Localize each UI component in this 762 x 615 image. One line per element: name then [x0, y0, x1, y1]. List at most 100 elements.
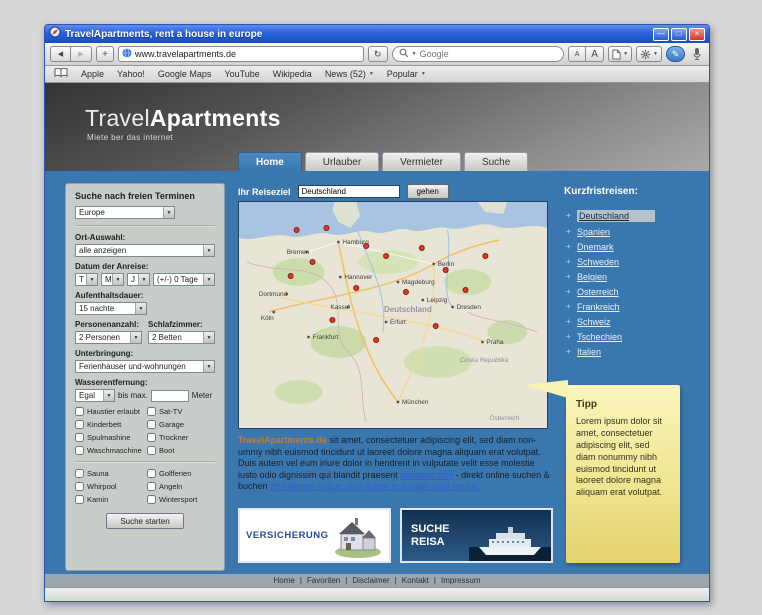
checkbox-box[interactable] — [147, 495, 156, 504]
flex-days-select[interactable]: (+/-) 0 Tage ▼ — [153, 273, 215, 286]
back-button[interactable]: ◀ — [50, 46, 71, 62]
checkbox-sattv[interactable]: Sat-TV — [147, 407, 215, 416]
checkbox-sauna[interactable]: Sauna — [75, 469, 143, 478]
personen-select[interactable]: 2 Personen ▼ — [75, 331, 142, 344]
checkbox-whirpool[interactable]: Whirpool — [75, 482, 143, 491]
search-box[interactable]: ▼ — [391, 46, 565, 62]
page-menu-button[interactable]: ▼ — [608, 46, 633, 62]
checkbox-box[interactable] — [75, 495, 84, 504]
checkbox-kamin[interactable]: Kamin — [75, 495, 143, 504]
country-link-italien[interactable]: + Italien — [566, 347, 698, 357]
country-link-spanien[interactable]: + Spanien — [566, 227, 698, 237]
country-link-belgien[interactable]: + Belgien — [566, 272, 698, 282]
footer-link-impressum[interactable]: Impressum — [441, 576, 481, 585]
select-arrow-icon[interactable]: ▼ — [103, 390, 114, 401]
checkbox-box[interactable] — [75, 469, 84, 478]
wasser-select[interactable]: Egal ▼ — [75, 389, 115, 402]
month-select[interactable]: M ▼ — [101, 273, 124, 286]
minimize-button[interactable]: — — [653, 27, 669, 41]
country-link-osterreich[interactable]: + Osterreich — [566, 287, 698, 297]
suche-reisa-banner[interactable]: SUCHE REISA — [400, 508, 553, 563]
year-select[interactable]: J ▼ — [127, 273, 150, 286]
select-arrow-icon[interactable]: ▼ — [203, 274, 214, 285]
search-input[interactable] — [419, 49, 558, 59]
schlafzimmer-select[interactable]: 2 Betten ▼ — [148, 331, 215, 344]
checkbox-spulmashine[interactable]: Spulmashine — [75, 433, 143, 442]
checkbox-box[interactable] — [75, 446, 84, 455]
select-arrow-icon[interactable]: ▼ — [203, 245, 214, 256]
close-button[interactable]: × — [689, 27, 705, 41]
country-link-schweiz[interactable]: + Schweiz — [566, 317, 698, 327]
country-link-schweden[interactable]: + Schweden — [566, 257, 698, 267]
checkbox-box[interactable] — [75, 433, 84, 442]
checkbox-box[interactable] — [147, 482, 156, 491]
window-titlebar[interactable]: TravelApartments, rent a house in europe… — [45, 25, 709, 43]
checkbox-golfferien[interactable]: Golfferien — [147, 469, 215, 478]
select-arrow-icon[interactable]: ▼ — [138, 274, 149, 285]
country-link-tschechien[interactable]: + Tschechien — [566, 332, 698, 342]
tab-urlauber[interactable]: Urlauber — [304, 152, 380, 171]
destination-input[interactable] — [297, 185, 400, 198]
edit-button[interactable]: ✎ — [666, 46, 685, 62]
footer-link-favoriten[interactable]: Favoriten — [307, 576, 340, 585]
country-link-dnemark[interactable]: + Dnemark — [566, 242, 698, 252]
bookmark-news-folder[interactable]: News (52) ▼ — [325, 69, 374, 79]
country-link-deutschland[interactable]: + Deutschland — [566, 210, 698, 222]
checkbox-box[interactable] — [147, 420, 156, 429]
tab-vermieter[interactable]: Vermieter — [382, 152, 461, 171]
select-arrow-icon[interactable]: ▼ — [112, 274, 123, 285]
footer-link-kontakt[interactable]: Kontakt — [402, 576, 429, 585]
bookmark-wikipedia[interactable]: Wikipedia — [273, 69, 312, 79]
checkbox-box[interactable] — [147, 407, 156, 416]
maximize-button[interactable]: □ — [671, 27, 687, 41]
select-arrow-icon[interactable]: ▼ — [135, 303, 146, 314]
bookmark-apple[interactable]: Apple — [81, 69, 104, 79]
intro-link[interactable]: zznl delenit augue duis dolore te feugai… — [270, 481, 480, 491]
text-larger-button[interactable]: A — [586, 46, 605, 62]
go-button[interactable]: gehen — [406, 184, 449, 199]
tab-suche[interactable]: Suche — [463, 152, 529, 171]
forward-button[interactable]: ▶ — [71, 46, 92, 62]
bookmark-google-maps[interactable]: Google Maps — [158, 69, 212, 79]
address-bar[interactable] — [118, 46, 364, 62]
ort-select[interactable]: alle anzeigen ▼ — [75, 244, 215, 257]
select-arrow-icon[interactable]: ▼ — [163, 207, 174, 218]
search-dropdown-icon[interactable]: ▼ — [412, 51, 417, 57]
text-smaller-button[interactable]: A — [568, 46, 587, 62]
select-arrow-icon[interactable]: ▼ — [130, 332, 141, 343]
unterbringung-select[interactable]: Ferienhauser und-wohnungen ▼ — [75, 360, 215, 373]
address-input[interactable] — [135, 49, 360, 59]
footer-link-disclaimer[interactable]: Disclaimer — [352, 576, 389, 585]
settings-menu-button[interactable]: ▼ — [636, 46, 662, 62]
select-arrow-icon[interactable]: ▼ — [203, 361, 214, 372]
tab-home[interactable]: Home — [238, 152, 302, 171]
refresh-button[interactable]: ↻ — [367, 46, 388, 62]
bookmark-yahoo[interactable]: Yahoo! — [117, 69, 145, 79]
germany-map[interactable]: Hamburg Bremen Berlin Hannover Magdeburg… — [238, 201, 548, 429]
footer-link-home[interactable]: Home — [273, 576, 294, 585]
region-select[interactable]: Europe ▼ — [75, 206, 175, 219]
checkbox-box[interactable] — [75, 407, 84, 416]
checkbox-kinderbett[interactable]: Kinderbett — [75, 420, 143, 429]
search-start-button[interactable]: Suche starten — [106, 513, 184, 529]
country-link-frankreich[interactable]: + Frankreich — [566, 302, 698, 312]
select-arrow-icon[interactable]: ▼ — [86, 274, 97, 285]
site-logo[interactable]: TravelApartments — [85, 105, 281, 132]
bookmark-popular-folder[interactable]: Popular ▼ — [387, 69, 426, 79]
checkbox-box[interactable] — [147, 469, 156, 478]
dauer-select[interactable]: 15 nachte ▼ — [75, 302, 147, 315]
checkbox-box[interactable] — [147, 446, 156, 455]
microphone-button[interactable] — [689, 46, 704, 62]
select-arrow-icon[interactable]: ▼ — [203, 332, 214, 343]
add-bookmark-button[interactable]: + — [96, 46, 114, 62]
checkbox-haustier[interactable]: Haustier erlaubt — [75, 407, 143, 416]
checkbox-wintersport[interactable]: Wintersport — [147, 495, 215, 504]
bookmark-youtube[interactable]: YouTube — [224, 69, 259, 79]
day-select[interactable]: T ▼ — [75, 273, 98, 286]
checkbox-box[interactable] — [75, 482, 84, 491]
intro-link[interactable]: luptatum zzril — [400, 470, 453, 480]
checkbox-trockner[interactable]: Trockner — [147, 433, 215, 442]
checkbox-box[interactable] — [147, 433, 156, 442]
versicherung-banner[interactable]: VERSICHERUNG — [238, 508, 391, 563]
meter-input[interactable] — [150, 389, 189, 402]
